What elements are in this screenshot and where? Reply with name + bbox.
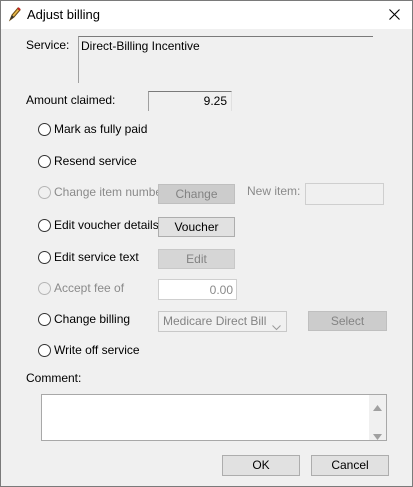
scroll-down-icon[interactable]: [373, 429, 382, 443]
radio-button[interactable]: [38, 313, 51, 326]
option-label: Edit voucher details: [54, 218, 159, 232]
new-item-label: New item:: [247, 184, 301, 198]
comment-textarea[interactable]: [41, 394, 387, 441]
ok-button[interactable]: OK: [222, 455, 300, 476]
radio-button: [38, 186, 51, 199]
radio-button[interactable]: [38, 251, 51, 264]
comment-scrollbar[interactable]: [369, 395, 386, 440]
option-label: Edit service text: [54, 250, 139, 264]
radio-button[interactable]: [38, 344, 51, 357]
radio-button: [38, 282, 51, 295]
option-label: Accept fee of: [54, 281, 125, 295]
radio-button[interactable]: [38, 219, 51, 232]
select-billing-button: Select: [308, 311, 387, 331]
fee-input: 0.00: [158, 279, 237, 300]
radio-button[interactable]: [38, 123, 51, 136]
title-bar: Adjust billing: [1, 1, 412, 29]
option-label: Change billing: [54, 312, 131, 326]
pen-icon: [7, 6, 23, 22]
new-item-input: [305, 183, 384, 205]
amount-claimed-field: 9.25: [148, 91, 232, 111]
option-label: Resend service: [54, 154, 137, 168]
billing-type-selected: Medicare Direct Bill: [163, 314, 267, 328]
service-text-field[interactable]: Direct-Billing Incentive: [78, 36, 373, 83]
cancel-button[interactable]: Cancel: [311, 455, 389, 476]
voucher-button[interactable]: Voucher: [158, 217, 235, 237]
scroll-up-icon[interactable]: [373, 400, 382, 414]
amount-claimed-value: 9.25: [203, 94, 227, 108]
option-label: Write off service: [54, 343, 140, 357]
radio-button[interactable]: [38, 155, 51, 168]
option-label: Change item number: [54, 185, 167, 199]
fee-value: 0.00: [209, 283, 233, 297]
close-icon: [389, 9, 400, 20]
edit-text-button[interactable]: Edit: [158, 249, 235, 269]
window-title: Adjust billing: [27, 7, 100, 22]
amount-claimed-label: Amount claimed:: [26, 93, 116, 107]
close-button[interactable]: [378, 1, 412, 29]
service-value: Direct-Billing Incentive: [81, 39, 200, 53]
option-label: Mark as fully paid: [54, 122, 148, 136]
billing-type-select: Medicare Direct Bill: [158, 311, 287, 332]
adjust-billing-dialog: Adjust billing Service: Direct-Billing I…: [0, 0, 413, 487]
comment-label: Comment:: [26, 371, 82, 385]
chevron-down-icon: [272, 318, 281, 336]
change-item-button: Change: [158, 184, 235, 204]
service-label: Service:: [26, 38, 70, 52]
